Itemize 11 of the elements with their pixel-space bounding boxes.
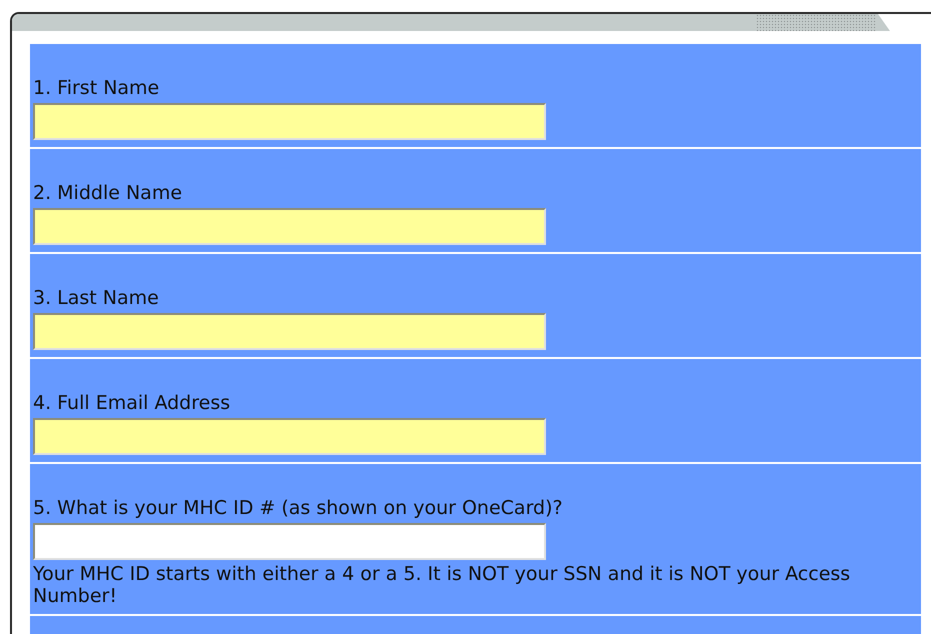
field-label: 5. What is your MHC ID # (as shown on your OneCard)? (33, 497, 563, 520)
field-label: 1. First Name (33, 77, 160, 100)
field-label: 3. Last Name (33, 287, 159, 310)
input-field[interactable] (33, 313, 546, 350)
input-field[interactable] (33, 208, 546, 245)
field-label: 2. Middle Name (33, 182, 182, 205)
input-field[interactable] (33, 418, 546, 455)
hint-text: Your MHC ID starts with either a 4 or a 5. It is NOT your SSN and it is NOT your Access Number! (33, 563, 852, 607)
input-field[interactable] (33, 523, 546, 560)
field-label: 4. Full Email Address (33, 392, 230, 415)
input-field[interactable] (33, 103, 546, 140)
